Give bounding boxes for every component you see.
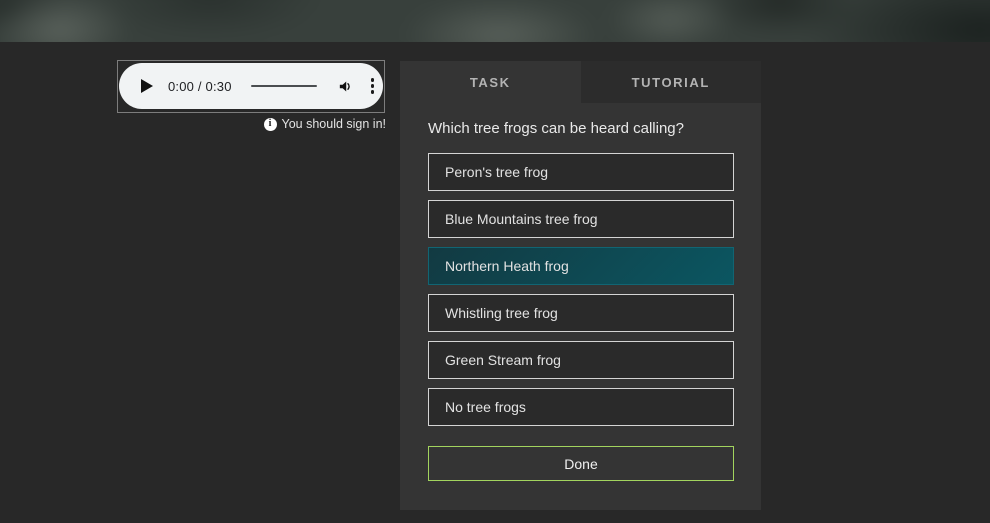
answer-options: Peron's tree frog Blue Mountains tree fr…: [428, 153, 734, 426]
blurred-nature-image: [0, 0, 990, 42]
tab-bar: TASK TUTORIAL: [400, 61, 761, 103]
header-photo: [0, 0, 990, 42]
audio-overflow-menu-icon[interactable]: [369, 76, 377, 96]
answer-option[interactable]: Green Stream frog: [428, 341, 734, 379]
info-icon: i: [263, 117, 277, 131]
audio-seek-bar[interactable]: [250, 85, 317, 87]
answer-option[interactable]: Whistling tree frog: [428, 294, 734, 332]
question-text: Which tree frogs can be heard calling?: [428, 120, 684, 137]
tab-task[interactable]: TASK: [400, 61, 581, 103]
answer-option[interactable]: Peron's tree frog: [428, 153, 734, 191]
answer-option[interactable]: Blue Mountains tree frog: [428, 200, 734, 238]
app-window: 0:00 / 0:30 i You should sign in! TASK T…: [0, 0, 990, 523]
signin-note-text: You should sign in!: [281, 117, 386, 131]
answer-option[interactable]: Northern Heath frog: [428, 247, 734, 285]
done-button[interactable]: Done: [428, 446, 734, 481]
play-button-icon[interactable]: [141, 79, 153, 93]
answer-option[interactable]: No tree frogs: [428, 388, 734, 426]
volume-icon[interactable]: [337, 78, 354, 95]
task-panel: TASK TUTORIAL Which tree frogs can be he…: [400, 61, 761, 510]
audio-player: 0:00 / 0:30: [117, 60, 385, 113]
audio-time-display: 0:00 / 0:30: [168, 78, 232, 94]
tab-tutorial[interactable]: TUTORIAL: [580, 61, 761, 103]
signin-note: i You should sign in!: [117, 117, 386, 131]
audio-player-controls: 0:00 / 0:30: [119, 63, 383, 109]
